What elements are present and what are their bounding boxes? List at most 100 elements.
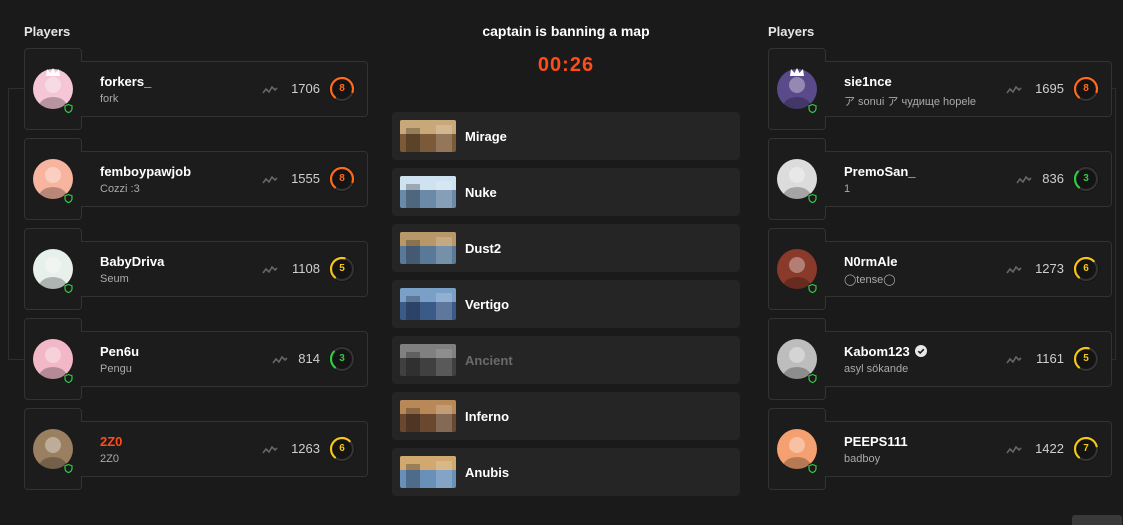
player-info: Pen6u Pengu 814 3 bbox=[81, 331, 368, 387]
map-option[interactable]: Nuke bbox=[392, 168, 740, 216]
skill-level-value: 3 bbox=[339, 353, 345, 364]
player-card[interactable]: Pen6u Pengu 814 3 bbox=[24, 318, 368, 400]
map-thumbnail bbox=[400, 344, 456, 376]
player-avatar-frame bbox=[24, 408, 82, 490]
player-nickname: Pengu bbox=[100, 363, 132, 375]
right-team-title: Players bbox=[768, 24, 815, 39]
map-option[interactable]: Inferno bbox=[392, 392, 740, 440]
player-nickname: asyl sökande bbox=[844, 363, 909, 375]
player-elo: 1695 bbox=[1035, 81, 1064, 96]
player-card[interactable]: BabyDriva Seum 1108 5 bbox=[24, 228, 368, 310]
player-info: 2Z0 2Z0 1263 6 bbox=[81, 421, 368, 477]
player-nickname: Seum bbox=[100, 273, 129, 285]
player-elo: 1273 bbox=[1035, 261, 1064, 276]
map-name: Mirage bbox=[465, 129, 507, 144]
player-info: BabyDriva Seum 1108 5 bbox=[81, 241, 368, 297]
player-avatar-frame bbox=[24, 228, 82, 310]
map-thumbnail bbox=[400, 400, 456, 432]
player-name[interactable]: N0rmAle bbox=[844, 254, 897, 269]
left-team-roster: forkers_fork 1706 8 femboypawjob Cozzi :3 155… bbox=[24, 48, 368, 498]
player-name[interactable]: sie1nce bbox=[844, 74, 892, 89]
player-card[interactable]: sie1nce ア sonui ア чудище hopele 1695 8 bbox=[768, 48, 1112, 130]
shield-icon bbox=[63, 191, 74, 204]
skill-level-value: 5 bbox=[339, 263, 345, 274]
shield-icon bbox=[63, 371, 74, 384]
player-avatar-frame bbox=[24, 318, 82, 400]
player-elo: 1161 bbox=[1036, 351, 1064, 366]
player-info: N0rmAle ◯tense◯ 1273 6 bbox=[825, 241, 1112, 297]
map-name: Ancient bbox=[465, 353, 513, 368]
player-elo: 1422 bbox=[1035, 441, 1064, 456]
shield-icon bbox=[807, 461, 818, 474]
map-pool: Mirage Nuke Dust2 Vertigo Ancient Inferno Anub… bbox=[392, 112, 740, 504]
map-thumbnail bbox=[400, 176, 456, 208]
skill-level-value: 3 bbox=[1083, 173, 1089, 184]
verified-badge-icon bbox=[914, 344, 927, 359]
player-name[interactable]: PremoSan_ bbox=[844, 164, 916, 179]
player-avatar-frame bbox=[768, 408, 826, 490]
map-thumbnail bbox=[400, 232, 456, 264]
map-option[interactable]: Dust2 bbox=[392, 224, 740, 272]
player-info: femboypawjob Cozzi :3 1555 8 bbox=[81, 151, 368, 207]
map-option[interactable]: Ancient bbox=[392, 336, 740, 384]
player-card[interactable]: forkers_fork 1706 8 bbox=[24, 48, 368, 130]
player-nickname: fork bbox=[100, 93, 119, 105]
player-info: forkers_fork 1706 8 bbox=[81, 61, 368, 117]
player-card[interactable]: Kabom123 asyl sökande 1161 5 bbox=[768, 318, 1112, 400]
shield-icon bbox=[807, 191, 818, 204]
player-card[interactable]: femboypawjob Cozzi :3 1555 8 bbox=[24, 138, 368, 220]
player-elo: 1706 bbox=[291, 81, 320, 96]
trend-icon bbox=[262, 263, 278, 275]
player-elo: 836 bbox=[1042, 171, 1064, 186]
veto-status: captain is banning a map bbox=[482, 23, 650, 39]
map-thumbnail bbox=[400, 456, 456, 488]
player-card[interactable]: PremoSan_ 1 836 3 bbox=[768, 138, 1112, 220]
player-info: PEEPS111 badboy 1422 7 bbox=[825, 421, 1112, 477]
player-info: sie1nce ア sonui ア чудище hopele 1695 8 bbox=[825, 61, 1112, 117]
trend-icon bbox=[262, 83, 278, 95]
player-avatar-frame bbox=[24, 138, 82, 220]
player-name[interactable]: Pen6u bbox=[100, 344, 139, 359]
shield-icon bbox=[63, 101, 74, 114]
player-name[interactable]: femboypawjob bbox=[100, 164, 191, 179]
skill-level-value: 8 bbox=[339, 173, 345, 184]
scroll-handle[interactable] bbox=[1072, 515, 1122, 525]
player-elo: 1108 bbox=[292, 261, 320, 276]
player-name[interactable]: BabyDriva bbox=[100, 254, 164, 269]
crown-icon bbox=[789, 64, 805, 76]
veto-timer: 00:26 bbox=[537, 54, 595, 76]
left-team-title: Players bbox=[24, 24, 71, 39]
player-name[interactable]: 2Z0 bbox=[100, 434, 122, 449]
shield-icon bbox=[807, 101, 818, 114]
player-nickname: badboy bbox=[844, 453, 881, 465]
right-team-roster: sie1nce ア sonui ア чудище hopele 1695 8 Premo… bbox=[768, 48, 1112, 498]
player-name[interactable]: forkers_ bbox=[100, 74, 151, 89]
trend-icon bbox=[262, 173, 278, 185]
player-avatar-frame bbox=[24, 48, 82, 130]
map-option[interactable]: Vertigo bbox=[392, 280, 740, 328]
shield-icon bbox=[807, 371, 818, 384]
player-elo: 1263 bbox=[291, 441, 320, 456]
skill-level-value: 8 bbox=[1083, 83, 1089, 94]
map-name: Vertigo bbox=[465, 297, 510, 312]
player-name[interactable]: PEEPS111 bbox=[844, 434, 908, 449]
player-nickname: ◯tense◯ bbox=[844, 274, 896, 286]
map-thumbnail bbox=[400, 288, 456, 320]
skill-level-value: 6 bbox=[1083, 263, 1089, 274]
trend-icon bbox=[1006, 83, 1022, 95]
crown-icon bbox=[45, 64, 61, 76]
trend-icon bbox=[1006, 353, 1022, 365]
map-name: Inferno bbox=[465, 409, 510, 424]
map-option[interactable]: Anubis bbox=[392, 448, 740, 496]
player-card[interactable]: N0rmAle ◯tense◯ 1273 6 bbox=[768, 228, 1112, 310]
player-nickname: ア sonui ア чудище hopele bbox=[844, 96, 977, 108]
map-option[interactable]: Mirage bbox=[392, 112, 740, 160]
player-card[interactable]: PEEPS111 badboy 1422 7 bbox=[768, 408, 1112, 490]
skill-level-value: 8 bbox=[339, 83, 345, 94]
player-card[interactable]: 2Z0 2Z0 1263 6 bbox=[24, 408, 368, 490]
player-nickname: Cozzi :3 bbox=[100, 183, 140, 195]
player-name[interactable]: Kabom123 bbox=[844, 344, 927, 359]
player-elo: 1555 bbox=[291, 171, 320, 186]
player-info: Kabom123 asyl sökande 1161 5 bbox=[825, 331, 1112, 387]
skill-level-value: 6 bbox=[339, 443, 345, 454]
